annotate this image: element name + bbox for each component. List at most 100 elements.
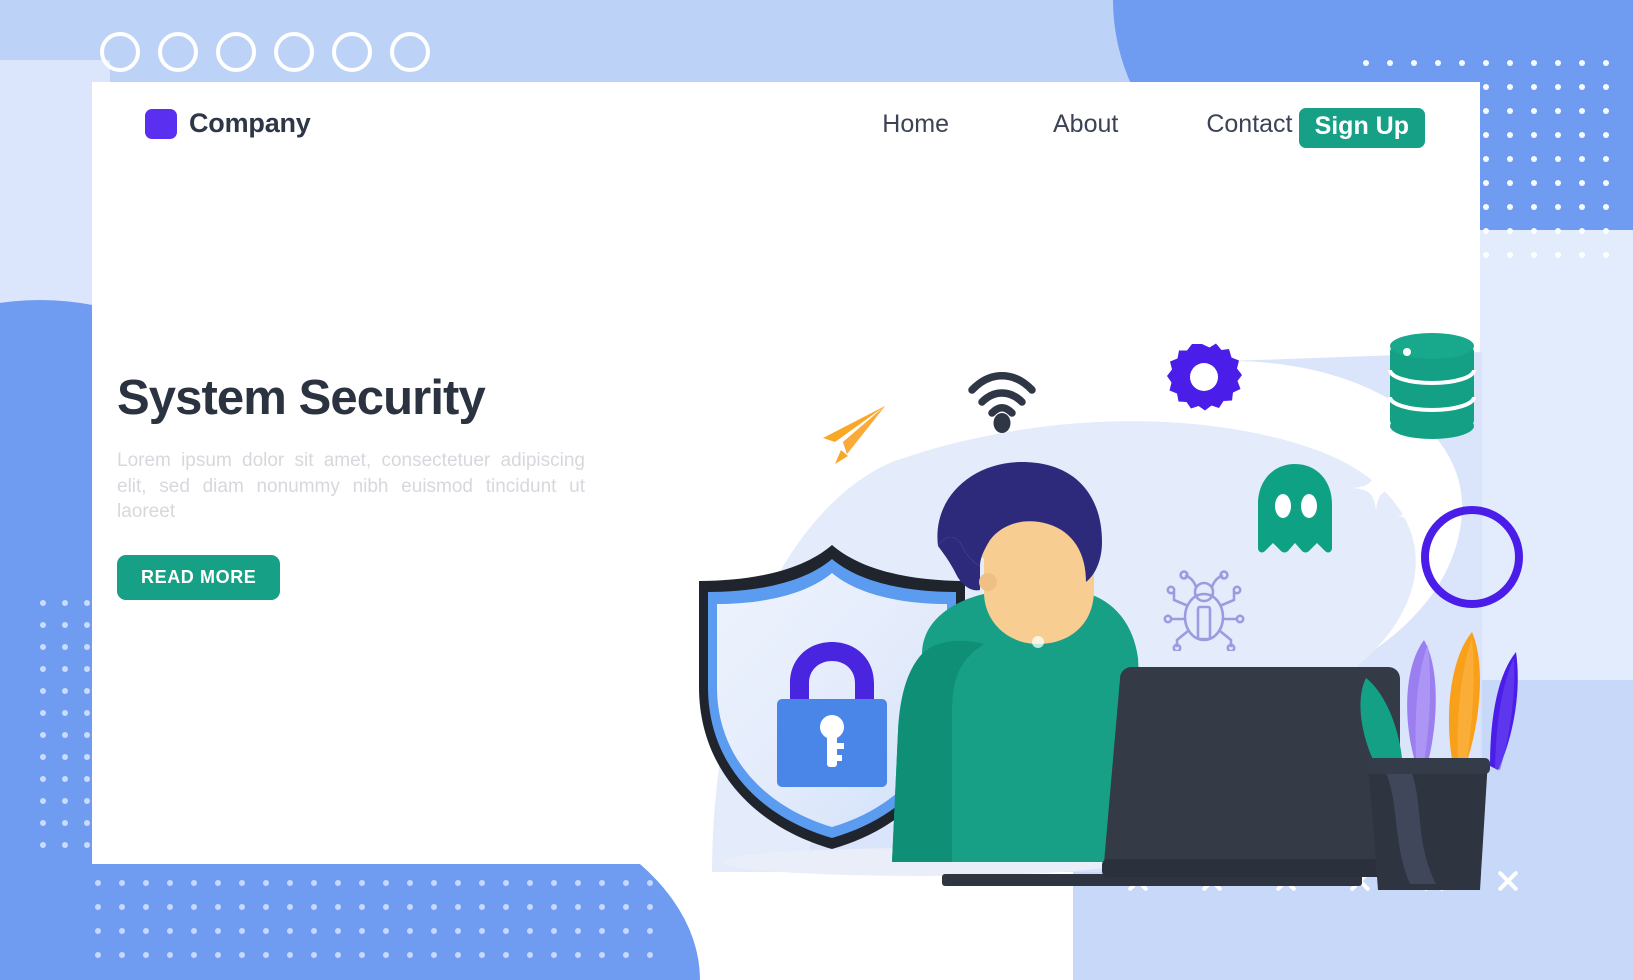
decorative-circle <box>158 32 198 72</box>
decorative-dot <box>623 952 629 958</box>
decorative-dot <box>647 904 653 910</box>
decorative-dot <box>1507 132 1513 138</box>
decorative-dot <box>1579 180 1585 186</box>
decorative-dot <box>1531 252 1537 258</box>
decorative-dot <box>239 952 245 958</box>
decorative-dot <box>84 644 90 650</box>
decorative-dot <box>359 952 365 958</box>
decorative-dot <box>407 904 413 910</box>
decorative-dot <box>1603 180 1609 186</box>
decorative-dot <box>551 904 557 910</box>
decorative-dot <box>1387 60 1393 66</box>
decorative-dot <box>1483 228 1489 234</box>
decorative-circle <box>274 32 314 72</box>
decorative-dot <box>1579 228 1585 234</box>
decorative-dot <box>1555 84 1561 90</box>
decorative-dot <box>503 952 509 958</box>
decorative-dot <box>503 880 509 886</box>
decorative-dot <box>84 798 90 804</box>
decorative-dot <box>455 952 461 958</box>
decorative-dot <box>167 880 173 886</box>
decorative-dot <box>455 880 461 886</box>
decorative-dot <box>40 776 46 782</box>
decorative-dot <box>239 880 245 886</box>
decorative-dot <box>215 952 221 958</box>
page-root: Company Home About Contact Us Sign Up Sy… <box>0 0 1633 980</box>
decorative-dot <box>1507 252 1513 258</box>
decorative-dot <box>383 880 389 886</box>
decorative-circle <box>332 32 372 72</box>
decorative-dot <box>62 820 68 826</box>
decorative-dot <box>1603 84 1609 90</box>
decorative-dot <box>431 952 437 958</box>
decorative-dot <box>84 622 90 628</box>
decorative-dot <box>1555 156 1561 162</box>
decorative-dot <box>1579 204 1585 210</box>
decorative-dot <box>119 880 125 886</box>
decorative-dot <box>1579 132 1585 138</box>
decorative-dot <box>1531 108 1537 114</box>
decorative-dot <box>95 928 101 934</box>
decorative-dot <box>1555 60 1561 66</box>
decorative-dot <box>431 928 437 934</box>
decorative-dot <box>191 880 197 886</box>
decorative-dot <box>1603 156 1609 162</box>
brand-name: Company <box>189 108 311 138</box>
decorative-dot <box>1531 204 1537 210</box>
decorative-dot <box>62 666 68 672</box>
decorative-dot <box>647 952 653 958</box>
decorative-dot <box>407 928 413 934</box>
decorative-circle <box>216 32 256 72</box>
decorative-dot <box>62 798 68 804</box>
nav-link-about[interactable]: About <box>1053 110 1118 139</box>
decorative-dot <box>1363 60 1369 66</box>
decorative-dot <box>1483 204 1489 210</box>
read-more-button[interactable]: READ MORE <box>117 554 281 600</box>
decorative-dot <box>84 732 90 738</box>
decorative-dot <box>40 732 46 738</box>
decorative-dot <box>551 928 557 934</box>
decorative-dot <box>551 952 557 958</box>
decorative-dot <box>1507 108 1513 114</box>
decorative-dot <box>1555 180 1561 186</box>
decorative-dot <box>1555 228 1561 234</box>
decorative-dot <box>335 880 341 886</box>
sign-up-button[interactable]: Sign Up <box>1298 108 1425 148</box>
decorative-dot <box>1483 252 1489 258</box>
decorative-dot <box>84 710 90 716</box>
decorative-dot <box>84 776 90 782</box>
decorative-dot <box>1507 60 1513 66</box>
hero-illustration <box>562 212 1523 890</box>
decorative-dot <box>647 928 653 934</box>
decorative-dot <box>143 880 149 886</box>
decorative-dot <box>40 798 46 804</box>
decorative-dot <box>1603 108 1609 114</box>
decorative-dot <box>311 880 317 886</box>
decorative-dot <box>1507 84 1513 90</box>
decorative-dot <box>62 842 68 848</box>
decorative-dot <box>503 928 509 934</box>
decorative-dot <box>263 952 269 958</box>
decorative-dot <box>359 904 365 910</box>
decorative-dot <box>167 928 173 934</box>
wifi-icon <box>968 372 1036 433</box>
decorative-dot <box>62 622 68 628</box>
decorative-dot <box>40 622 46 628</box>
decorative-dot <box>1603 252 1609 258</box>
decorative-dot <box>1531 132 1537 138</box>
decorative-dot <box>84 688 90 694</box>
brand[interactable]: Company <box>145 108 311 139</box>
content-card: Company Home About Contact Us Sign Up Sy… <box>92 82 1523 890</box>
decorative-dot <box>479 904 485 910</box>
decorative-dot <box>431 904 437 910</box>
decorative-dot <box>575 904 581 910</box>
nav-link-home[interactable]: Home <box>882 110 949 139</box>
decorative-dot <box>62 710 68 716</box>
decorative-dot <box>40 820 46 826</box>
decorative-dot <box>1435 60 1441 66</box>
decorative-dot <box>1507 228 1513 234</box>
decorative-dot <box>40 688 46 694</box>
decorative-dot <box>1507 204 1513 210</box>
decorative-dot <box>599 928 605 934</box>
decorative-dot <box>143 952 149 958</box>
